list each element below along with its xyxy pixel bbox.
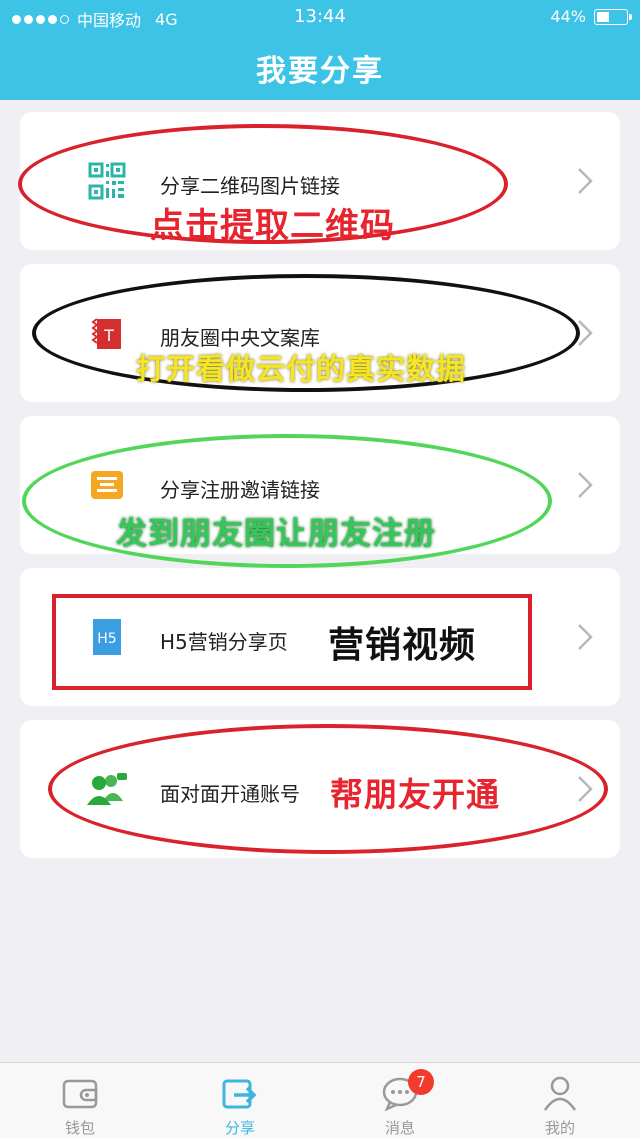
- tab-messages[interactable]: 消息 7: [320, 1063, 480, 1138]
- chevron-right-icon: [578, 472, 593, 498]
- menu-item-label: 分享注册邀请链接: [160, 478, 320, 502]
- battery-percent: 44%: [550, 7, 586, 26]
- menu-item-label: 面对面开通账号: [160, 782, 300, 806]
- tab-label: 钱包: [64, 1119, 95, 1137]
- qr-code-icon: [76, 150, 138, 212]
- document-t-icon: T: [76, 302, 138, 364]
- menu-item-invite-link[interactable]: 分享注册邀请链接 发到朋友圈让朋友注册: [20, 416, 620, 568]
- chevron-right-icon: [578, 168, 593, 194]
- tab-share[interactable]: 分享: [160, 1063, 320, 1138]
- tab-wallet[interactable]: 钱包: [0, 1063, 160, 1138]
- annotation-text: 发到朋友圈让朋友注册: [116, 516, 436, 552]
- tab-label: 分享: [224, 1119, 255, 1137]
- status-right: 44%: [550, 7, 632, 26]
- person-icon: [543, 1076, 577, 1111]
- menu-item-h5-page[interactable]: H5 H5营销分享页 营销视频: [20, 568, 620, 706]
- chevron-right-icon: [578, 624, 593, 650]
- annotation-text: 点击提取二维码: [150, 206, 395, 246]
- svg-text:T: T: [103, 326, 114, 345]
- chevron-right-icon: [578, 776, 593, 802]
- status-time: 13:44: [294, 6, 346, 27]
- annotation-text: 打开看做云付的真实数据: [136, 352, 467, 386]
- menu-item-face-to-face[interactable]: 面对面开通账号 帮朋友开通: [20, 720, 620, 858]
- unread-badge: 7: [408, 1069, 434, 1095]
- page-title: 我要分享: [256, 54, 384, 89]
- users-icon: [76, 758, 138, 820]
- chevron-right-icon: [578, 320, 593, 346]
- annotation-text: 帮朋友开通: [330, 775, 500, 814]
- tab-label: 消息: [384, 1119, 415, 1137]
- tab-bar: 钱包 分享 消息 7 我的: [0, 1062, 640, 1138]
- menu-item-share-qr[interactable]: 分享二维码图片链接 点击提取二维码: [18, 112, 620, 250]
- invite-icon: [76, 454, 138, 516]
- menu-item-copy-library[interactable]: T 朋友圈中央文案库 打开看做云付的真实数据: [20, 264, 620, 402]
- wallet-icon: [62, 1079, 98, 1109]
- tab-label: 我的: [544, 1119, 575, 1137]
- menu-item-label: 分享二维码图片链接: [160, 174, 340, 198]
- battery-icon: [594, 8, 632, 25]
- annotation-text: 营销视频: [328, 625, 477, 666]
- app-header: 中国移动 4G 13:44 44% 我要分享: [0, 0, 640, 100]
- share-icon: [222, 1079, 257, 1109]
- status-bar: 中国移动 4G 13:44 44%: [0, 0, 640, 34]
- tab-me[interactable]: 我的: [480, 1063, 640, 1138]
